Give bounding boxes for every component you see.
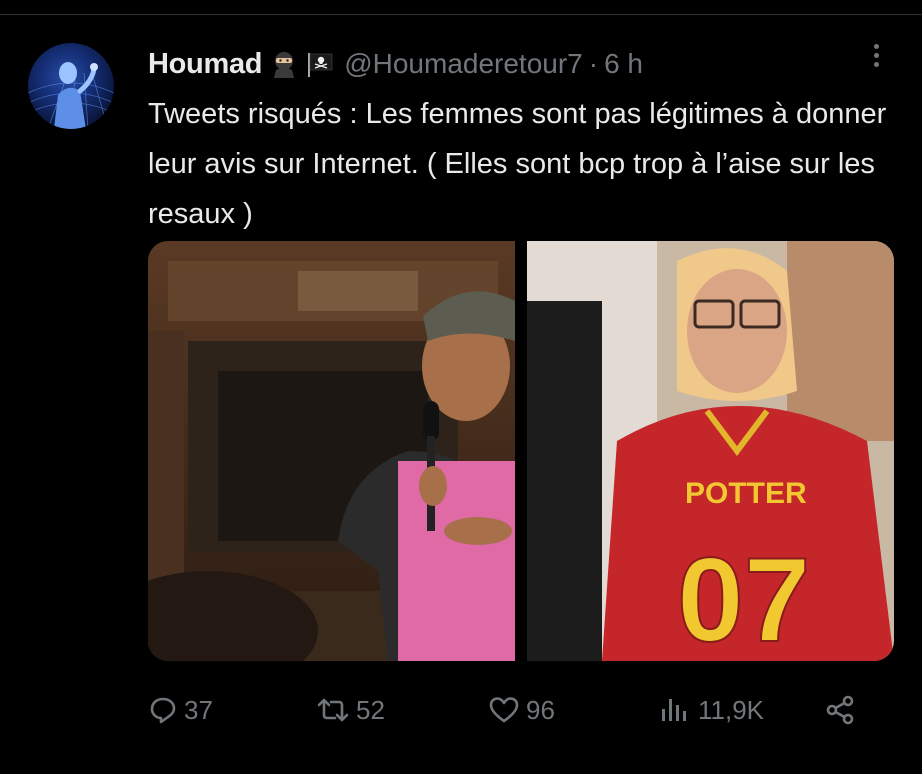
reply-icon xyxy=(150,697,176,724)
jersey-text: POTTER xyxy=(685,477,807,510)
reply-count: 37 xyxy=(184,694,213,725)
photo-woman-jersey[interactable]: POTTER 07 xyxy=(527,241,894,661)
separator-dot: · xyxy=(588,48,599,79)
heart-icon xyxy=(489,697,519,723)
retweet-button[interactable]: 52 xyxy=(316,690,385,730)
retweet-icon xyxy=(317,698,349,722)
photo-gap xyxy=(515,241,527,661)
pirate-flag-emoji-icon xyxy=(306,50,334,78)
retweet-count: 52 xyxy=(356,694,385,725)
share-button[interactable] xyxy=(824,690,862,730)
more-options-icon[interactable] xyxy=(866,44,886,74)
user-handle[interactable]: @Houmaderetour7 xyxy=(344,48,583,80)
views-icon xyxy=(662,699,686,721)
photo-woman-microphone[interactable] xyxy=(148,241,515,661)
views-button[interactable]: 11,9K xyxy=(658,690,764,730)
tweet-header: Houmad @Houmaderetour7 · 6 h xyxy=(148,44,643,84)
tweet[interactable]: Houmad @Houmaderetour7 · 6 h Tweets risq… xyxy=(0,0,922,774)
tweet-text: Tweets risqués : Les femmes sont pas lég… xyxy=(148,98,895,230)
avatar-image xyxy=(28,62,114,129)
jersey-number: 07 xyxy=(677,533,810,661)
share-icon xyxy=(826,695,854,725)
like-count: 96 xyxy=(526,694,555,725)
media-grid[interactable]: POTTER 07 xyxy=(148,241,894,661)
views-count: 11,9K xyxy=(698,694,765,725)
avatar[interactable] xyxy=(28,43,114,129)
timestamp[interactable]: 6 h xyxy=(604,48,643,80)
ninja-emoji-icon xyxy=(270,50,298,78)
like-button[interactable]: 96 xyxy=(488,690,555,730)
reply-button[interactable]: 37 xyxy=(148,690,213,730)
display-name[interactable]: Houmad xyxy=(148,48,263,81)
action-bar: 37 52 96 11,9K xyxy=(148,690,888,730)
